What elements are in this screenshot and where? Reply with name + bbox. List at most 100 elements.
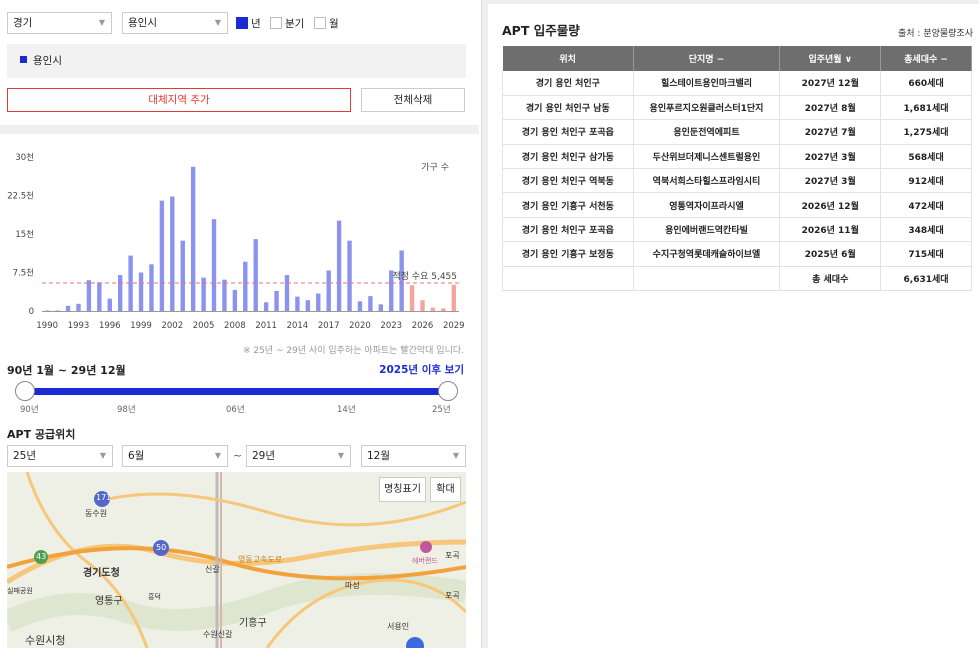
- city-select-value: 용인시: [128, 17, 157, 29]
- period-month-checkbox[interactable]: 월: [314, 17, 339, 31]
- map-label: 포곡: [445, 551, 460, 560]
- chart-bar[interactable]: [316, 293, 321, 311]
- cell-location: 경기 용인 처인구 남동: [502, 95, 634, 121]
- cell-total-blank: [502, 266, 634, 292]
- supply-to-year-select[interactable]: 29년 ▼: [246, 445, 351, 467]
- after-2025-link[interactable]: 2025년 이후 보기: [379, 362, 464, 377]
- chart-bar[interactable]: [65, 305, 71, 311]
- chart-bar[interactable]: [170, 196, 175, 311]
- range-slider-start-handle[interactable]: [15, 381, 35, 401]
- col-name-header[interactable]: 단지명 −: [633, 46, 781, 71]
- cell-move-in-date: 2026년 11월: [779, 217, 882, 243]
- x-tick-label: 2005: [193, 321, 215, 331]
- chart-bar[interactable]: [274, 290, 279, 311]
- chart-bar[interactable]: [97, 282, 102, 311]
- select-value: 12월: [367, 450, 391, 462]
- map-label: 동수원: [85, 509, 108, 518]
- cell-total-units: 715세대: [880, 241, 972, 267]
- right-panel: APT 입주물량 출처 : 분양물량조사 위치 단지명 − 입주년월 ∨ 총세대…: [488, 4, 979, 648]
- province-select[interactable]: 경기 ▼: [7, 12, 112, 34]
- city-select[interactable]: 용인시 ▼: [122, 12, 228, 34]
- map-zoom-button[interactable]: 확대: [430, 477, 461, 502]
- chart-bar[interactable]: [409, 285, 415, 311]
- chart-bar[interactable]: [190, 166, 196, 311]
- chart-bar[interactable]: [232, 289, 238, 311]
- col-date-header[interactable]: 입주년월 ∨: [779, 46, 882, 71]
- table-row[interactable]: 경기 용인 기흥구 보정동 수지구청역롯데캐슬하이브엘 2025년 6월 715세대: [502, 241, 972, 267]
- supply-map[interactable]: 명칭표기 확대 171 43 50 경기도청 영통구 기흥구 수원시청 동수원 …: [7, 472, 466, 648]
- chart-bar[interactable]: [305, 300, 311, 311]
- supply-to-month-select[interactable]: 12월 ▼: [361, 445, 466, 467]
- chart-bar[interactable]: [336, 220, 342, 311]
- chart-bar[interactable]: [86, 280, 92, 311]
- cell-complex-name: 용인에버랜드역칸타빌: [633, 217, 781, 243]
- chart-bar[interactable]: [368, 296, 373, 311]
- chart-bar[interactable]: [76, 303, 81, 311]
- slider-label: 14년: [337, 405, 356, 415]
- select-value: 29년: [252, 450, 276, 462]
- cell-total-units: 568세대: [880, 144, 972, 170]
- table-row[interactable]: 경기 용인 처인구 포곡읍 용인둔전역에피트 2027년 7월 1,275세대: [502, 119, 972, 145]
- table-row[interactable]: 경기 용인 처인구 삼가동 두산위브더제니스센트럴용인 2027년 3월 568세대: [502, 144, 972, 170]
- cell-move-in-date: 2027년 3월: [779, 168, 882, 194]
- slider-label: 25년: [432, 405, 451, 415]
- cell-total-units: 348세대: [880, 217, 972, 243]
- x-tick-label: 2026: [412, 321, 434, 331]
- cell-move-in-date: 2027년 12월: [779, 71, 882, 96]
- chart-bar[interactable]: [284, 275, 290, 311]
- chevron-down-icon: ▼: [452, 451, 459, 460]
- cell-complex-name: 역북서희스타힐스프라임시티: [633, 168, 781, 194]
- chart-bar[interactable]: [180, 240, 185, 311]
- supply-from-month-select[interactable]: 6월 ▼: [122, 445, 228, 467]
- add-region-button[interactable]: 대체지역 추가: [7, 88, 351, 112]
- chart-bar[interactable]: [430, 307, 436, 311]
- period-quarter-checkbox[interactable]: 분기: [270, 17, 304, 31]
- chart-bar[interactable]: [159, 200, 165, 311]
- table-row[interactable]: 경기 용인 처인구 남동 용인푸르지오원클러스터1단지 2027년 8월 1,681세…: [502, 95, 972, 121]
- period-year-label: 년: [251, 18, 261, 30]
- map-label: 경기도청: [83, 568, 120, 579]
- chevron-down-icon: ▼: [98, 18, 105, 27]
- table-row[interactable]: 경기 용인 기흥구 서천동 영통역자이프라시엘 2026년 12월 472세대: [502, 192, 972, 218]
- period-year-checkbox[interactable]: 년: [236, 17, 261, 31]
- selected-region-label[interactable]: 용인시: [33, 55, 62, 67]
- supply-title: APT 공급위치: [7, 428, 76, 441]
- table-row[interactable]: 경기 용인 처인구 힐스테이트용인마크밸리 2027년 12월 660세대: [502, 71, 972, 96]
- x-tick-label: 2014: [287, 321, 309, 331]
- chart-bar[interactable]: [138, 272, 144, 312]
- chart-bar[interactable]: [357, 301, 363, 311]
- chart-bar[interactable]: [441, 308, 446, 311]
- range-slider-track[interactable]: [17, 388, 449, 395]
- delete-all-button[interactable]: 전체삭제: [361, 88, 465, 112]
- chart-bar[interactable]: [263, 302, 269, 311]
- chart-bar[interactable]: [222, 279, 227, 311]
- col-location-header[interactable]: 위치: [502, 46, 634, 71]
- chart-bar[interactable]: [117, 275, 123, 311]
- chart-bar[interactable]: [347, 240, 352, 311]
- x-tick-label: 2029: [443, 321, 465, 331]
- table-row[interactable]: 경기 용인 처인구 포곡읍 용인에버랜드역칸타빌 2026년 11월 348세대: [502, 217, 972, 243]
- cell-complex-name: 수지구청역롯데캐슬하이브엘: [633, 241, 781, 267]
- col-units-header[interactable]: 총세대수 −: [880, 46, 972, 71]
- chart-bar[interactable]: [295, 296, 300, 311]
- chart-bar[interactable]: [451, 284, 456, 311]
- select-value: 25년: [13, 450, 37, 462]
- table-title: APT 입주물량: [502, 23, 580, 38]
- range-slider-end-handle[interactable]: [438, 381, 458, 401]
- chart-bar[interactable]: [378, 304, 384, 311]
- y-tick-label: 0: [29, 307, 34, 317]
- chart-bar[interactable]: [149, 264, 154, 311]
- cell-total-units: 1,681세대: [880, 95, 972, 121]
- cell-location: 경기 용인 처인구 포곡읍: [502, 217, 634, 243]
- map-names-toggle-button[interactable]: 명칭표기: [379, 477, 426, 502]
- chart-bar[interactable]: [326, 270, 331, 311]
- chart-bar[interactable]: [107, 298, 112, 311]
- chart-bar[interactable]: [243, 261, 248, 311]
- chart-bar[interactable]: [253, 239, 258, 311]
- supply-from-year-select[interactable]: 25년 ▼: [7, 445, 113, 467]
- cell-move-in-date: 2026년 12월: [779, 192, 882, 218]
- chart-bar[interactable]: [211, 219, 217, 311]
- table-row[interactable]: 경기 용인 처인구 역북동 역북서희스타힐스프라임시티 2027년 3월 912세대: [502, 168, 972, 194]
- chevron-down-icon: ▼: [337, 451, 344, 460]
- chart-bar[interactable]: [420, 300, 425, 311]
